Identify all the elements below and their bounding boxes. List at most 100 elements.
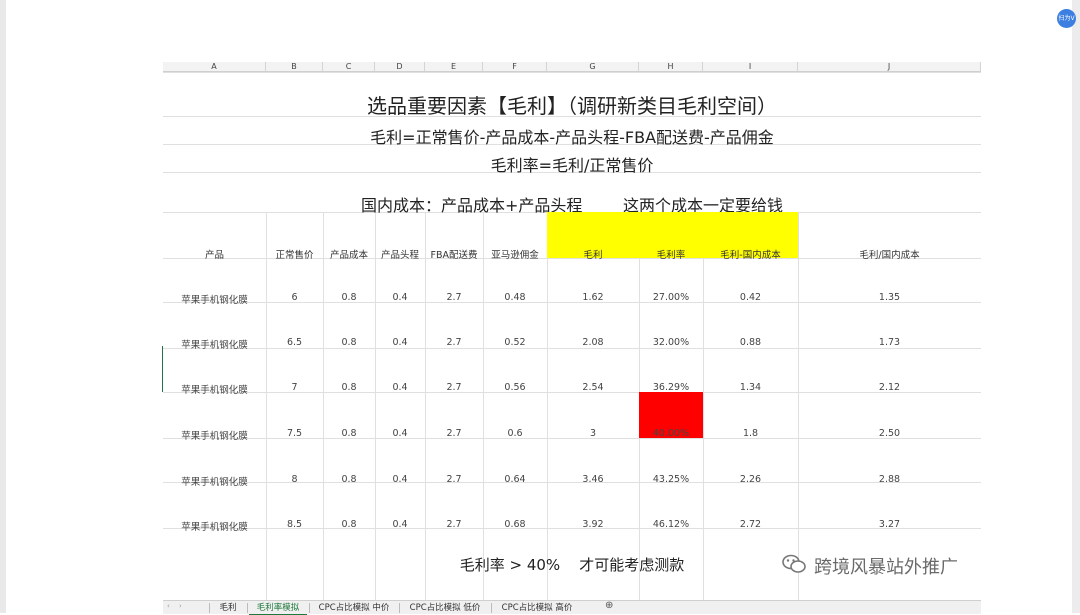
- avatar[interactable]: 扫为V: [1057, 9, 1076, 28]
- table-cell[interactable]: 0.52: [483, 337, 547, 348]
- table-cell[interactable]: 苹果手机钢化膜: [163, 474, 266, 488]
- table-cell[interactable]: 0.8: [323, 428, 375, 439]
- column-header-d[interactable]: D: [375, 62, 425, 71]
- table-cell[interactable]: 0.4: [375, 428, 425, 439]
- table-cell[interactable]: 苹果手机钢化膜: [163, 382, 266, 396]
- column-header-j[interactable]: J: [798, 62, 981, 71]
- table-cell[interactable]: 0.4: [375, 382, 425, 393]
- table-cell[interactable]: 0.8: [323, 292, 375, 303]
- formula-margin-rate: 毛利率=毛利/正常售价: [490, 156, 654, 175]
- wechat-icon: [782, 554, 806, 579]
- header-cell[interactable]: 毛利率: [639, 247, 703, 261]
- header-cell[interactable]: 毛利: [547, 247, 639, 261]
- column-header-i[interactable]: I: [703, 62, 798, 71]
- sheet-title: 选品重要因素【毛利】（调研新类目毛利空间）: [367, 94, 777, 118]
- table-cell[interactable]: 6: [266, 292, 323, 303]
- table-cell[interactable]: 2.7: [425, 474, 483, 485]
- table-cell[interactable]: 苹果手机钢化膜: [163, 337, 266, 351]
- table-cell[interactable]: 0.8: [323, 382, 375, 393]
- sheet-tab[interactable]: CPC占比模拟 低价: [401, 602, 489, 614]
- column-header-a[interactable]: A: [163, 62, 266, 71]
- table-cell[interactable]: 1.73: [798, 337, 981, 348]
- table-cell[interactable]: 1.35: [798, 292, 981, 303]
- table-cell[interactable]: 0.64: [483, 474, 547, 485]
- column-header-e[interactable]: E: [425, 62, 483, 71]
- table-cell[interactable]: 2.7: [425, 519, 483, 530]
- table-cell[interactable]: 2.88: [798, 474, 981, 485]
- tab-scroll-right-icon[interactable]: ›: [179, 602, 182, 610]
- table-cell[interactable]: 0.4: [375, 292, 425, 303]
- table-cell[interactable]: 0.68: [483, 519, 547, 530]
- column-header-b[interactable]: B: [266, 62, 323, 71]
- sheet-tab[interactable]: 毛利: [211, 602, 245, 614]
- add-sheet-icon[interactable]: ⊕: [605, 600, 613, 611]
- table-cell[interactable]: 43.25%: [639, 474, 703, 485]
- column-gridline: [798, 212, 799, 602]
- header-cell[interactable]: FBA配送费: [425, 247, 483, 261]
- table-cell[interactable]: 0.8: [323, 474, 375, 485]
- header-cell[interactable]: 产品头程: [375, 247, 425, 261]
- table-cell[interactable]: 2.7: [425, 428, 483, 439]
- table-cell[interactable]: 1.34: [703, 382, 798, 393]
- tab-separator: [491, 603, 492, 613]
- table-cell[interactable]: 8.5: [266, 519, 323, 530]
- header-cell[interactable]: 产品: [163, 247, 266, 261]
- header-cell[interactable]: 毛利/国内成本: [798, 247, 981, 261]
- column-gridline: [703, 212, 704, 602]
- table-cell[interactable]: 2.08: [547, 337, 639, 348]
- table-cell[interactable]: 7.5: [266, 428, 323, 439]
- column-header-f[interactable]: F: [483, 62, 547, 71]
- table-cell[interactable]: 苹果手机钢化膜: [163, 428, 266, 442]
- table-cell[interactable]: 8: [266, 474, 323, 485]
- table-cell[interactable]: 32.00%: [639, 337, 703, 348]
- table-cell[interactable]: 0.4: [375, 337, 425, 348]
- table-cell[interactable]: 27.00%: [639, 292, 703, 303]
- sheet-tab[interactable]: CPC占比模拟 中价: [311, 602, 397, 614]
- column-header-bar: ABCDEFGHIJ: [163, 62, 981, 72]
- table-cell[interactable]: 2.12: [798, 382, 981, 393]
- table-cell[interactable]: 苹果手机钢化膜: [163, 519, 266, 533]
- table-cell[interactable]: 40.00%: [639, 428, 703, 439]
- table-cell[interactable]: 3.92: [547, 519, 639, 530]
- table-cell[interactable]: 2.26: [703, 474, 798, 485]
- tab-separator: [309, 603, 310, 613]
- header-cell[interactable]: 正常售价: [266, 247, 323, 261]
- watermark: 跨境风暴站外推广: [782, 552, 958, 580]
- table-cell[interactable]: 0.6: [483, 428, 547, 439]
- table-cell[interactable]: 0.42: [703, 292, 798, 303]
- table-cell[interactable]: 2.54: [547, 382, 639, 393]
- table-cell[interactable]: 2.72: [703, 519, 798, 530]
- table-cell[interactable]: 0.48: [483, 292, 547, 303]
- table-cell[interactable]: 0.4: [375, 474, 425, 485]
- header-cell[interactable]: 产品成本: [323, 247, 375, 261]
- table-cell[interactable]: 0.4: [375, 519, 425, 530]
- table-cell[interactable]: 7: [266, 382, 323, 393]
- table-cell[interactable]: 2.7: [425, 337, 483, 348]
- table-cell[interactable]: 2.7: [425, 292, 483, 303]
- table-cell[interactable]: 3: [547, 428, 639, 439]
- header-cell[interactable]: 毛利-国内成本: [703, 247, 798, 261]
- table-cell[interactable]: 46.12%: [639, 519, 703, 530]
- tab-scroll-left-icon[interactable]: ‹: [167, 602, 170, 610]
- table-cell[interactable]: 2.50: [798, 428, 981, 439]
- column-header-c[interactable]: C: [323, 62, 375, 71]
- table-cell[interactable]: 1.62: [547, 292, 639, 303]
- table-cell[interactable]: 6.5: [266, 337, 323, 348]
- formula-gross-profit: 毛利=正常售价-产品成本-产品头程-FBA配送费-产品佣金: [370, 128, 774, 147]
- table-cell[interactable]: 苹果手机钢化膜: [163, 292, 266, 306]
- table-cell[interactable]: 3.27: [798, 519, 981, 530]
- sheet-tab[interactable]: CPC占比模拟 高价: [493, 602, 581, 614]
- column-header-g[interactable]: G: [547, 62, 639, 71]
- table-cell[interactable]: 3.46: [547, 474, 639, 485]
- table-cell[interactable]: 36.29%: [639, 382, 703, 393]
- table-cell[interactable]: 0.8: [323, 519, 375, 530]
- table-cell[interactable]: 1.8: [703, 428, 798, 439]
- table-cell[interactable]: 2.7: [425, 382, 483, 393]
- table-cell[interactable]: 0.56: [483, 382, 547, 393]
- table-cell[interactable]: 0.8: [323, 337, 375, 348]
- sheet-tab[interactable]: 毛利率模拟: [249, 602, 307, 615]
- spreadsheet[interactable]: ABCDEFGHIJ 选品重要因素【毛利】（调研新类目毛利空间） 毛利=正常售价…: [163, 62, 981, 613]
- column-header-h[interactable]: H: [639, 62, 703, 71]
- header-cell[interactable]: 亚马逊佣金: [483, 247, 547, 261]
- table-cell[interactable]: 0.88: [703, 337, 798, 348]
